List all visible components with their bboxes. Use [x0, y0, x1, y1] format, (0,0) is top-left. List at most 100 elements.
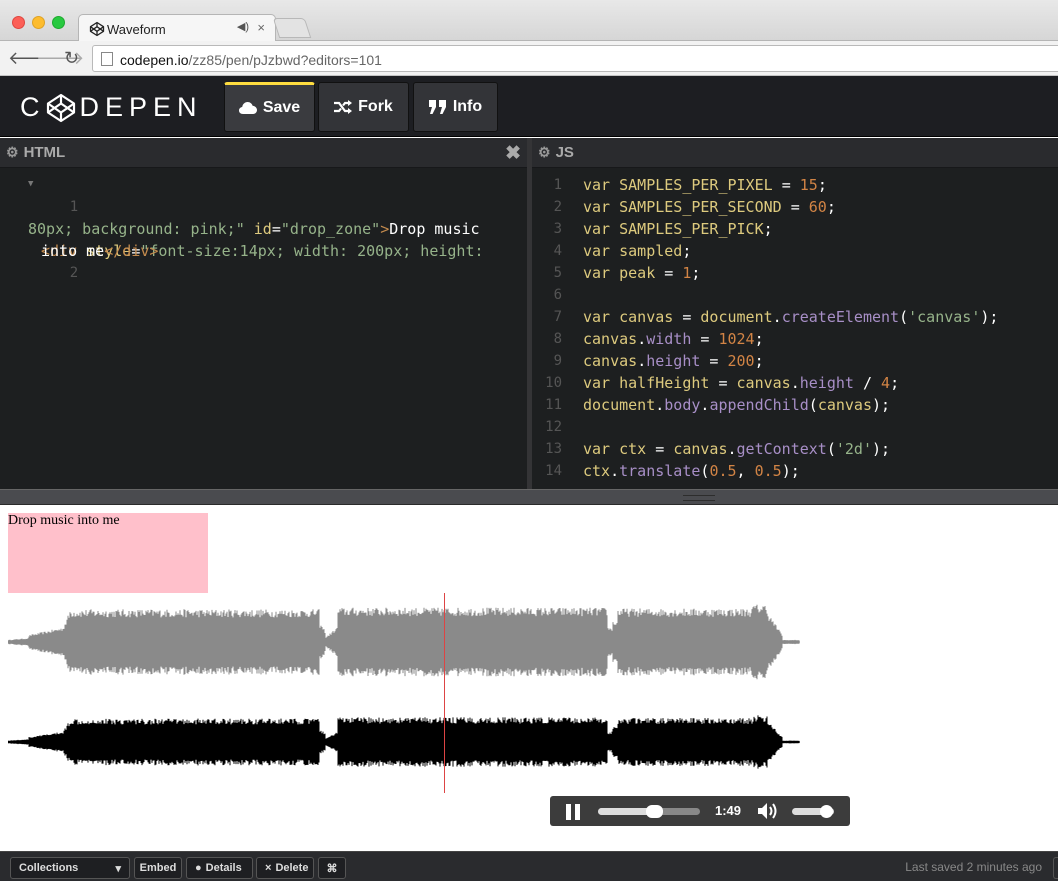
- code-token: height: [646, 352, 701, 370]
- embed-button[interactable]: Embed: [134, 857, 182, 879]
- code-token: ;: [754, 352, 764, 370]
- delete-button[interactable]: × Delete: [256, 857, 314, 879]
- codepen-logo[interactable]: C DEPEN: [20, 92, 203, 123]
- code-text: var peak = 1;: [583, 262, 700, 284]
- close-icon[interactable]: ✖: [505, 142, 521, 165]
- code-token: ;: [682, 242, 692, 260]
- speech-bubble-icon: ●: [195, 862, 202, 874]
- code-token: appendChild: [709, 396, 809, 414]
- browser-toolbar: 🡐 🡒 ↻ codepen.io/zz85/pen/pJzbwd?editors…: [0, 41, 1058, 76]
- url-domain: codepen.io: [120, 52, 189, 68]
- dropdown-arrow-icon: ▾: [115, 862, 121, 875]
- fork-label: Fork: [358, 98, 393, 115]
- tab-title: Waveform: [107, 22, 166, 37]
- js-code[interactable]: 1 var SAMPLES_PER_PIXEL = 15; 2 var SAMPLES…: [532, 168, 1058, 482]
- url-path: /zz85/pen/pJzbwd?editors=101: [188, 52, 382, 68]
- preview-resize-handle[interactable]: [0, 489, 1058, 505]
- details-button[interactable]: ● Details: [186, 857, 253, 879]
- code-line: into me</div>: [0, 218, 527, 260]
- waveform-black: [8, 715, 800, 769]
- info-button[interactable]: Info: [413, 82, 498, 132]
- footer-edge-button[interactable]: [1053, 857, 1058, 879]
- codepen-favicon-icon: [89, 21, 105, 37]
- html-code[interactable]: 1 ▼ <div style="font-size:14px; width: 2…: [0, 168, 527, 281]
- close-window-button[interactable]: [12, 16, 25, 29]
- code-token: .: [790, 374, 800, 392]
- code-token: ctx: [583, 462, 611, 480]
- pause-button[interactable]: [566, 804, 582, 820]
- code-text: ctx.translate(0.5, 0.5);: [583, 460, 800, 482]
- new-tab-button[interactable]: [272, 18, 312, 38]
- code-line: 10 var halfHeight = canvas.height / 4;: [532, 372, 1058, 394]
- line-number: 10: [545, 375, 562, 391]
- js-editor[interactable]: ⚙ JS 1 var SAMPLES_PER_PIXEL = 15; 2 var SA…: [532, 138, 1058, 489]
- browser-tab[interactable]: Waveform ◀) ×: [78, 14, 276, 42]
- code-token: canvas: [817, 396, 872, 414]
- line-number: 7: [553, 309, 562, 325]
- logo-wordmark: DEPEN: [79, 92, 203, 122]
- volume-icon[interactable]: [756, 801, 780, 821]
- minimize-window-button[interactable]: [32, 16, 45, 29]
- line-number: 2: [69, 265, 79, 281]
- delete-label: Delete: [275, 862, 309, 874]
- preview-pane: Drop music into me 1:49: [0, 505, 1058, 851]
- details-label: Details: [205, 862, 242, 874]
- code-token: .: [637, 352, 647, 370]
- info-label: Info: [452, 98, 483, 115]
- address-bar[interactable]: codepen.io/zz85/pen/pJzbwd?editors=101: [92, 45, 1058, 72]
- code-token: canvas: [583, 330, 638, 348]
- code-token: translate: [619, 462, 701, 480]
- code-text: var canvas = document.createElement('can…: [583, 306, 998, 328]
- speaker-icon[interactable]: ◀): [237, 20, 249, 33]
- code-token: .: [610, 462, 620, 480]
- zoom-window-button[interactable]: [52, 16, 65, 29]
- code-token: ;: [826, 198, 836, 216]
- collections-dropdown[interactable]: Collections ▾: [10, 857, 130, 879]
- reload-icon[interactable]: ↻: [64, 48, 79, 68]
- gear-icon[interactable]: ⚙: [6, 144, 19, 161]
- seek-knob[interactable]: [646, 805, 664, 818]
- waveform-gray: [8, 604, 800, 680]
- line-number: 13: [545, 441, 562, 457]
- tab-close-icon[interactable]: ×: [257, 20, 265, 35]
- last-saved-status: Last saved 2 minutes ago: [905, 860, 1042, 874]
- code-token: .: [727, 440, 737, 458]
- line-number: 11: [545, 397, 562, 413]
- code-token: /: [853, 374, 882, 392]
- url-text: codepen.io/zz85/pen/pJzbwd?editors=101: [120, 52, 382, 68]
- code-text: var ctx = canvas.getContext('2d');: [583, 438, 890, 460]
- code-token: canvas: [736, 374, 791, 392]
- html-editor[interactable]: ⚙ HTML ✖ 1 ▼ <div style="font-size:14px;…: [0, 138, 527, 489]
- audio-player: 1:49: [550, 796, 850, 826]
- code-line: 1 var SAMPLES_PER_PIXEL = 15;: [532, 174, 1058, 196]
- keyboard-shortcuts-button[interactable]: ⌘: [318, 857, 346, 879]
- code-token: body: [664, 396, 701, 414]
- code-text: var sampled;: [583, 240, 691, 262]
- quote-icon: [428, 100, 446, 114]
- code-token: ,: [736, 462, 755, 480]
- code-token: =: [655, 440, 674, 458]
- fork-icon: [334, 100, 353, 114]
- code-token: (: [899, 308, 909, 326]
- fork-button[interactable]: Fork: [318, 82, 409, 132]
- code-token: );: [781, 462, 800, 480]
- code-token: var sampled: [583, 242, 683, 260]
- code-token: var ctx: [583, 440, 656, 458]
- code-token: =: [691, 330, 719, 348]
- code-token: );: [872, 396, 891, 414]
- line-number: 5: [553, 265, 562, 281]
- line-number: 6: [553, 287, 562, 303]
- fold-arrow-icon[interactable]: ▼: [28, 173, 33, 195]
- gear-icon[interactable]: ⚙: [538, 144, 551, 161]
- code-token: height: [799, 374, 854, 392]
- code-token: (: [826, 440, 836, 458]
- save-button[interactable]: Save: [224, 82, 315, 132]
- code-token: var SAMPLES_PER_SECOND: [583, 198, 791, 216]
- volume-knob[interactable]: [819, 805, 833, 818]
- code-token: =: [718, 374, 737, 392]
- code-text: canvas.height = 200;: [583, 350, 764, 372]
- code-token: var peak: [583, 264, 665, 282]
- drop-zone[interactable]: Drop music into me: [8, 513, 208, 593]
- code-token: =: [664, 264, 683, 282]
- code-token: );: [980, 308, 999, 326]
